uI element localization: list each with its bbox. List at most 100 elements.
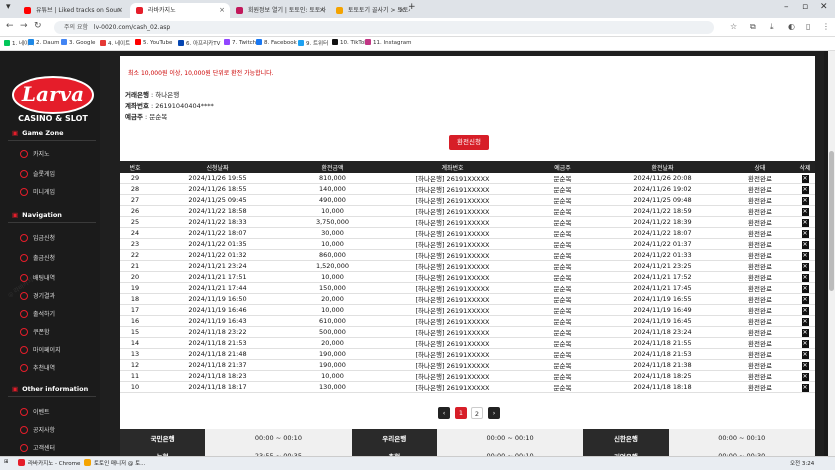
forward-icon[interactable]: → <box>20 21 28 31</box>
sidebar-item[interactable]: 고객센터 <box>20 443 55 452</box>
browser-tab[interactable]: 토토토기 골사기 > 토토사 - 토× <box>330 3 410 18</box>
table-cell: [하나은행] 26191XXXXX <box>380 205 525 217</box>
sidebar-item[interactable]: 미니게임 <box>20 187 55 196</box>
browser-tab[interactable]: 회원정보 열기 | 토토인: 토토사 × <box>230 3 330 18</box>
delete-icon[interactable]: ✕ <box>801 317 809 326</box>
larva-logo[interactable]: Larva CASINO & SLOT <box>10 63 96 123</box>
tab-close-icon[interactable]: × <box>117 3 123 18</box>
table-row: 18 2024/11/19 16:50 20,000 [하나은행] 26191XXXX… <box>120 293 815 305</box>
bookmark-item[interactable]: 9. 트위터 <box>298 39 328 47</box>
delete-icon[interactable]: ✕ <box>801 383 809 392</box>
browser-tab[interactable]: 유튜브 | Liked tracks on Soun × <box>18 3 128 18</box>
delete-icon[interactable]: ✕ <box>801 251 809 260</box>
bookmark-star-icon[interactable]: ☆ <box>730 22 737 31</box>
delete-icon[interactable]: ✕ <box>801 218 809 227</box>
sidebar-item[interactable]: 쿠폰함 <box>20 327 50 336</box>
taskbar-app[interactable]: 라바카지노 - Chrome <box>18 459 80 467</box>
bookmark-item[interactable]: 11. Instagram <box>365 39 411 46</box>
back-icon[interactable]: ← <box>6 21 14 31</box>
next-page-button[interactable]: › <box>488 407 500 419</box>
bookmark-item[interactable]: 6. 아프리카TV <box>178 39 220 47</box>
bookmark-item[interactable]: 4. 네이트 <box>100 39 130 47</box>
delete-icon[interactable]: ✕ <box>801 174 809 183</box>
table-cell: 190,000 <box>285 359 380 371</box>
section-icon: ▣ <box>12 211 19 219</box>
tab-close-icon[interactable]: × <box>399 3 405 18</box>
exchange-request-button[interactable]: 환전신청 <box>449 135 489 150</box>
page-scrollbar[interactable] <box>828 51 835 456</box>
sidebar-item[interactable]: 입금신청 <box>20 233 55 242</box>
table-cell: 20,000 <box>285 337 380 349</box>
sidebar-item[interactable]: 슬롯게임 <box>20 169 55 178</box>
delete-icon[interactable]: ✕ <box>801 339 809 348</box>
logo-subtitle: CASINO & SLOT <box>18 114 88 123</box>
delete-icon[interactable]: ✕ <box>801 306 809 315</box>
delete-icon[interactable]: ✕ <box>801 328 809 337</box>
delete-icon[interactable]: ✕ <box>801 207 809 216</box>
table-cell: 28 <box>120 183 150 195</box>
sidebar-item-icon <box>20 150 28 158</box>
scrollbar-thumb[interactable] <box>829 151 834 291</box>
notice-unit: 이상, 10,000원 <box>169 70 211 77</box>
table-cell: 2024/11/26 19:02 <box>600 183 725 195</box>
tab-favicon-icon <box>136 7 143 14</box>
tab-list-icon[interactable]: ▾ <box>6 2 11 12</box>
table-cell: 문순복 <box>525 271 600 283</box>
prev-page-button[interactable]: ‹ <box>438 407 450 419</box>
bookmark-item[interactable]: 3. Google <box>61 39 95 46</box>
tab-close-icon[interactable]: × <box>219 3 225 18</box>
delete-icon[interactable]: ✕ <box>801 229 809 238</box>
sidebar-item[interactable]: 마이페이지 <box>20 345 61 354</box>
delete-icon[interactable]: ✕ <box>801 284 809 293</box>
delete-icon[interactable]: ✕ <box>801 240 809 249</box>
sidebar-item[interactable]: 경기결과 <box>20 291 55 300</box>
table-cell: 2024/11/26 19:55 <box>150 173 285 184</box>
bookmark-item[interactable]: 2. Daum <box>28 39 59 46</box>
page-button[interactable]: 1 <box>455 407 467 419</box>
bank-value: 하나은행 <box>155 91 180 99</box>
delete-icon[interactable]: ✕ <box>801 361 809 370</box>
bookmark-item[interactable]: 5. YouTube <box>135 39 172 46</box>
sidebar-item[interactable]: 공지사항 <box>20 425 55 434</box>
reload-icon[interactable]: ↻ <box>34 21 42 31</box>
sidebar-item-icon <box>20 426 28 434</box>
bank-label: 거래은행 <box>125 91 149 99</box>
sidepanel-icon[interactable]: ▯ <box>806 22 810 31</box>
download-icon[interactable]: ⤓ <box>770 22 774 32</box>
delete-icon[interactable]: ✕ <box>801 185 809 194</box>
menu-icon[interactable]: ⋮ <box>822 22 830 31</box>
extensions-icon[interactable]: ⧉ <box>750 22 756 32</box>
sidebar-item[interactable]: 출금신청 <box>20 253 55 262</box>
sidebar-item[interactable]: 추천내역 <box>20 363 55 372</box>
security-warning[interactable]: 주의 요함 <box>64 24 88 31</box>
profile-icon[interactable]: ◐ <box>788 22 795 31</box>
delete-icon[interactable]: ✕ <box>801 295 809 304</box>
tab-close-icon[interactable]: × <box>319 3 325 18</box>
minimize-icon[interactable]: – <box>784 2 789 12</box>
sidebar-item[interactable]: 출석하기 <box>20 309 55 318</box>
table-row: 14 2024/11/18 21:53 20,000 [하나은행] 26191XXXX… <box>120 337 815 349</box>
start-icon[interactable]: ⊞ <box>4 459 9 465</box>
table-cell: 2024/11/18 21:55 <box>600 337 725 349</box>
delete-icon[interactable]: ✕ <box>801 262 809 271</box>
delete-cell: ✕ <box>795 205 815 217</box>
delete-icon[interactable]: ✕ <box>801 350 809 359</box>
table-cell: 2024/11/19 16:45 <box>600 315 725 327</box>
table-cell: 500,000 <box>285 326 380 338</box>
delete-icon[interactable]: ✕ <box>801 273 809 282</box>
delete-icon[interactable]: ✕ <box>801 196 809 205</box>
url-input[interactable]: 주의 요함 lv-0020.com/cash_02.asp <box>54 21 714 34</box>
bookmark-item[interactable]: 8. Facebook <box>256 39 297 46</box>
window-close-icon[interactable]: ✕ <box>820 2 828 12</box>
page-button[interactable]: 2 <box>471 407 483 419</box>
bookmark-item[interactable]: 10. TikTok <box>332 39 367 46</box>
delete-icon[interactable]: ✕ <box>801 372 809 381</box>
taskbar-app[interactable]: 토토인 매니저 @ 토... <box>84 459 145 467</box>
sidebar-item-icon <box>20 364 28 372</box>
browser-tab[interactable]: 라바카지노 × <box>130 3 230 18</box>
sidebar-item[interactable]: 카지노 <box>20 149 50 158</box>
bookmark-item[interactable]: 7. Twitch <box>224 39 256 46</box>
sidebar-item[interactable]: 이벤트 <box>20 407 50 416</box>
maximize-icon[interactable]: ▫ <box>802 2 808 12</box>
table-cell: [하나은행] 26191XXXXX <box>380 238 525 250</box>
